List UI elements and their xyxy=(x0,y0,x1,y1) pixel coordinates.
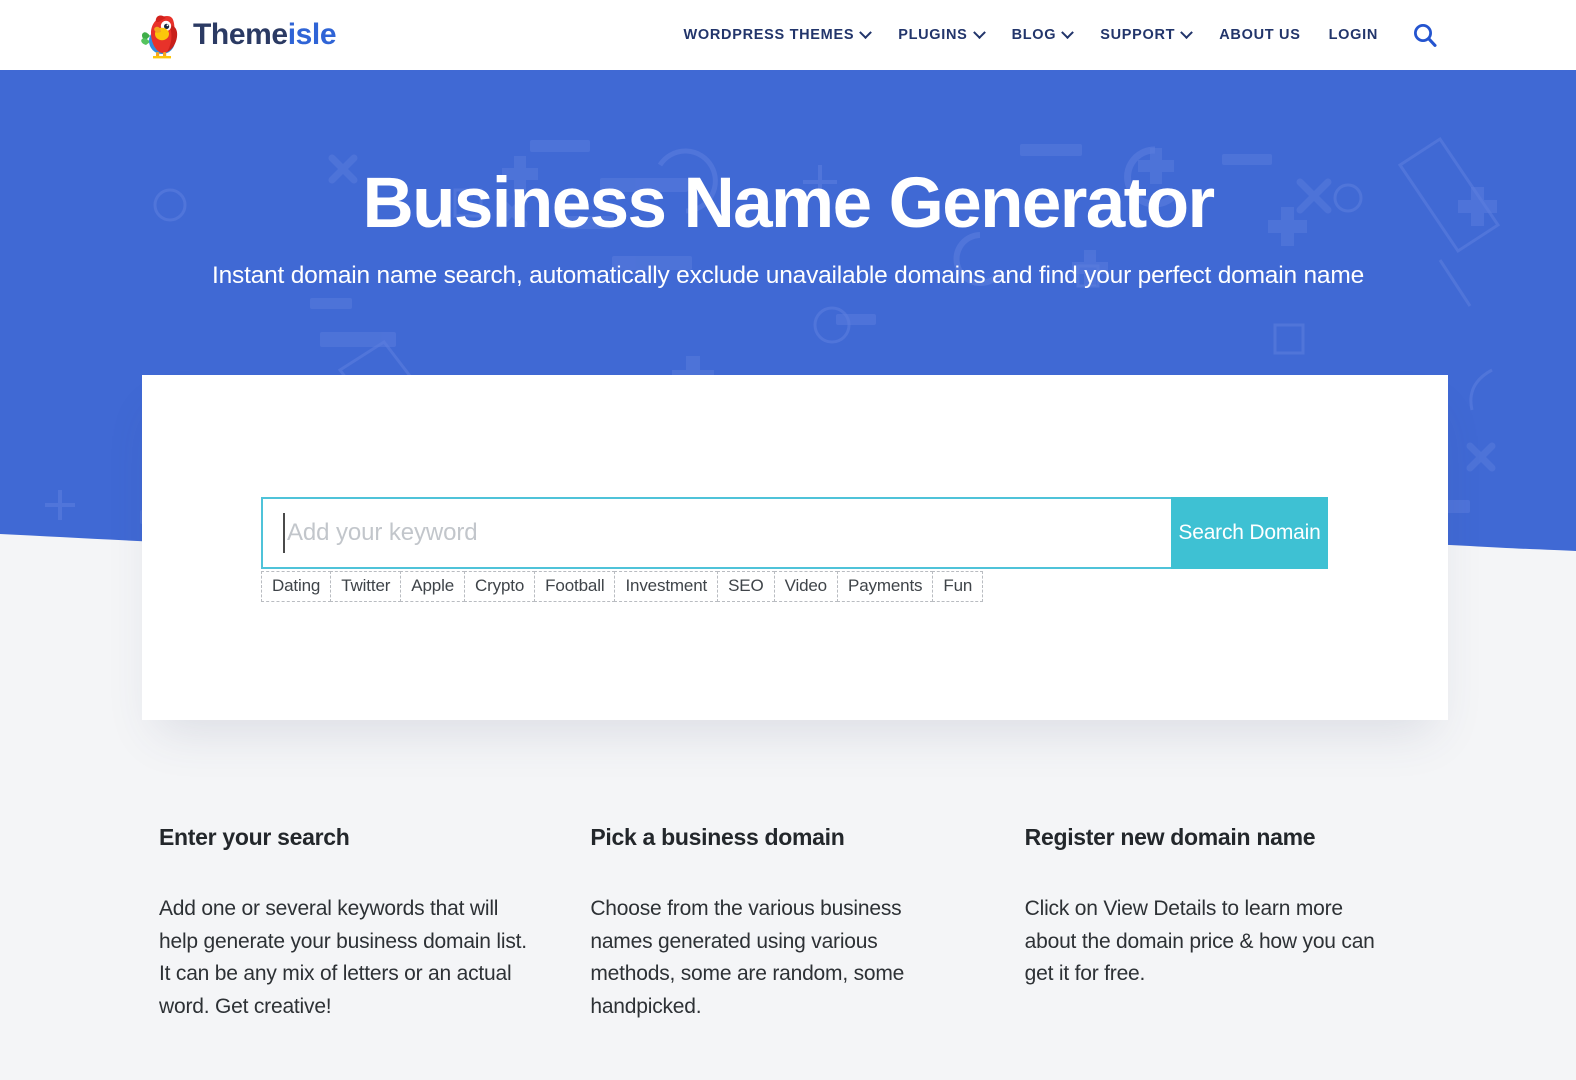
info-column-pick-a-business-domain: Pick a business domain Choose from the v… xyxy=(590,824,1024,1023)
hero-subtitle: Instant domain name search, automaticall… xyxy=(212,262,1364,290)
info-column-body: Click on View Details to learn more abou… xyxy=(1024,897,1375,986)
parrot-logo-icon xyxy=(141,15,178,59)
search-card: Search Domain Dating Twitter Apple Crypt… xyxy=(142,375,1448,720)
nav-label: LOGIN xyxy=(1328,27,1378,43)
info-column-enter-your-search: Enter your search Add one or several key… xyxy=(159,824,590,1023)
nav-label: WORDPRESS THEMES xyxy=(683,27,855,43)
nav-item-wordpress-themes[interactable]: WORDPRESS THEMES xyxy=(683,25,873,43)
tag-chip[interactable]: Payments xyxy=(837,571,934,602)
page-title: Business Name Generator xyxy=(362,164,1215,243)
tag-chip[interactable]: Apple xyxy=(400,571,465,602)
tag-chip[interactable]: Crypto xyxy=(464,571,536,602)
info-column-title: Register new domain name xyxy=(1024,824,1316,850)
tag-chip[interactable]: SEO xyxy=(717,571,775,602)
nav-item-plugins[interactable]: PLUGINS xyxy=(898,25,986,43)
nav-item-blog[interactable]: BLOG xyxy=(1011,25,1075,43)
info-column-title: Pick a business domain xyxy=(590,824,845,850)
chevron-down-icon xyxy=(972,25,986,39)
chevron-down-icon xyxy=(1180,25,1194,39)
info-column-register-new-domain-name: Register new domain name Click on View D… xyxy=(1025,824,1456,1023)
main-nav: WORDPRESS THEMES PLUGINS BLOG SUPPORT AB… xyxy=(683,22,1438,48)
info-column-title: Enter your search xyxy=(159,824,350,850)
nav-label: BLOG xyxy=(1011,27,1057,43)
tag-chip[interactable]: Football xyxy=(534,571,616,602)
tag-chip[interactable]: Fun xyxy=(932,571,984,602)
chevron-down-icon xyxy=(859,25,873,39)
search-input[interactable] xyxy=(261,497,1171,569)
search-icon[interactable] xyxy=(1412,22,1438,48)
keyword-suggestions: Dating Twitter Apple Crypto Football Inv… xyxy=(261,571,984,602)
chevron-down-icon xyxy=(1061,25,1075,39)
logo-text-isle: isle xyxy=(287,18,337,51)
info-column-body: Add one or several keywords that will he… xyxy=(159,897,527,1018)
tag-chip[interactable]: Video xyxy=(773,571,838,602)
site-header: Themeisle WORDPRESS THEMES PLUGINS BLOG … xyxy=(0,0,1576,70)
logo[interactable]: Themeisle xyxy=(141,11,337,59)
info-columns: Enter your search Add one or several key… xyxy=(0,824,1576,1023)
logo-text: Themeisle xyxy=(193,18,337,51)
search-row: Search Domain xyxy=(261,497,1328,569)
tag-chip[interactable]: Investment xyxy=(614,571,719,602)
tag-chip[interactable]: Twitter xyxy=(330,571,402,602)
nav-item-support[interactable]: SUPPORT xyxy=(1100,25,1194,43)
nav-item-about-us[interactable]: ABOUT US xyxy=(1219,27,1300,43)
nav-label: PLUGINS xyxy=(898,27,968,43)
tag-chip[interactable]: Dating xyxy=(261,571,332,602)
info-column-body: Choose from the various business names g… xyxy=(590,897,905,1018)
nav-item-login[interactable]: LOGIN xyxy=(1329,27,1378,43)
nav-label: SUPPORT xyxy=(1100,27,1176,43)
search-domain-button[interactable]: Search Domain xyxy=(1171,497,1328,569)
logo-text-theme: Theme xyxy=(193,18,288,51)
hero-content: Business Name Generator Instant domain n… xyxy=(0,70,1576,290)
nav-label: ABOUT US xyxy=(1219,27,1301,43)
